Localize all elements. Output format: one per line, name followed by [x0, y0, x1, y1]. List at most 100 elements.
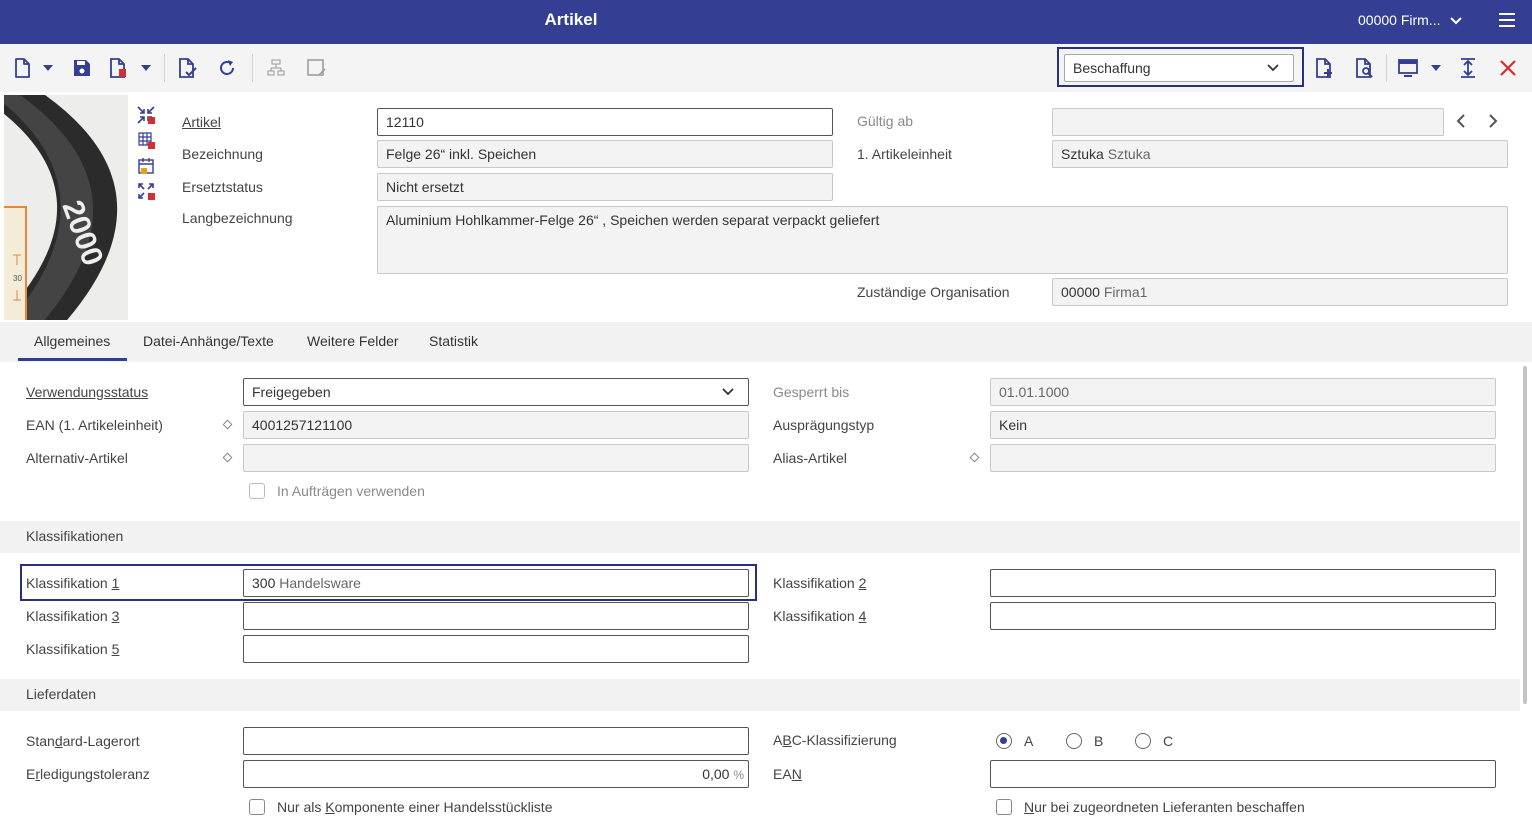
- caret-down-icon: [141, 65, 151, 71]
- view-select[interactable]: Beschaffung: [1064, 54, 1294, 82]
- article-action-1[interactable]: [137, 106, 155, 124]
- komponente-checkbox[interactable]: [249, 799, 265, 815]
- gueltig-field[interactable]: [1052, 108, 1444, 136]
- ean-label: EAN (1. Artikeleinheit): [26, 417, 163, 433]
- close-button[interactable]: [1494, 54, 1522, 82]
- add-document-icon: [1316, 58, 1332, 78]
- ean-lieferung-field[interactable]: [990, 760, 1496, 788]
- add-document-button[interactable]: [1310, 54, 1338, 82]
- artikel-value: 12110: [386, 114, 424, 130]
- caret-down-icon: [43, 65, 53, 71]
- rim-image: 2000 30: [4, 95, 128, 320]
- article-image: 2000 30: [4, 95, 128, 320]
- tab-allgemeines[interactable]: Allgemeines: [34, 333, 110, 349]
- langbezeichnung-field[interactable]: Aluminium Hohlkammer-Felge 26“ , Speiche…: [377, 206, 1508, 274]
- tab-statistik[interactable]: Statistik: [429, 333, 478, 349]
- chevron-down-icon: [1450, 17, 1463, 25]
- lieferanten-label: Nur bei zugeordneten Lieferanten beschaf…: [1024, 799, 1305, 815]
- company-label: 00000 Firm...: [1358, 12, 1441, 28]
- expand-vertical-icon: [1461, 58, 1475, 78]
- active-tab-indicator: [18, 358, 127, 361]
- auspraegungstyp-field[interactable]: Kein: [990, 411, 1496, 439]
- article-action-2[interactable]: [137, 131, 155, 149]
- lagerort-label: Standard-Lagerort: [26, 733, 140, 749]
- main-menu-button[interactable]: [1498, 12, 1516, 28]
- ean-field[interactable]: 4001257121100: [243, 411, 749, 439]
- bezeichnung-field[interactable]: Felge 26“ inkl. Speichen: [377, 140, 833, 168]
- komponente-label: Nur als Komponente einer Handelsstücklis…: [277, 799, 553, 815]
- chevron-down-icon: [722, 388, 734, 396]
- klassifikation-3-field[interactable]: [243, 602, 749, 630]
- delete-document-icon: [110, 58, 126, 78]
- prev-button[interactable]: [1456, 114, 1470, 130]
- lieferanten-checkbox[interactable]: [996, 799, 1012, 815]
- organisation-field[interactable]: 00000 Firma1: [1052, 278, 1508, 306]
- delete-button[interactable]: [104, 54, 132, 82]
- artikeleinheit-code: Sztuka: [1061, 146, 1104, 162]
- view-select-value: Beschaffung: [1073, 60, 1151, 76]
- alternativ-artikel-label: Alternativ-Artikel: [26, 450, 128, 466]
- close-icon: [1500, 60, 1516, 76]
- toolbar-separator: [252, 54, 253, 82]
- gesperrt-label: Gesperrt bis: [773, 384, 850, 400]
- article-action-4[interactable]: [137, 182, 155, 200]
- layout-button[interactable]: [1394, 54, 1422, 82]
- tab-weitere-felder[interactable]: Weitere Felder: [307, 333, 399, 349]
- toleranz-unit: %: [733, 768, 744, 782]
- delete-dropdown-button[interactable]: [136, 54, 156, 82]
- auftraege-checkbox[interactable]: [249, 483, 265, 499]
- organisation-code: 00000: [1061, 284, 1100, 300]
- compress-icon: [137, 106, 155, 124]
- ersetzt-field[interactable]: Nicht ersetzt: [377, 173, 833, 201]
- next-button[interactable]: [1488, 114, 1502, 130]
- monitor-icon: [1398, 59, 1418, 77]
- gesperrt-field[interactable]: 01.01.1000: [990, 378, 1496, 406]
- klassifikation-2-field[interactable]: [990, 569, 1496, 597]
- ruler-value: 30: [13, 274, 22, 283]
- alias-artikel-field[interactable]: [990, 444, 1496, 472]
- search-document-icon: [1356, 58, 1373, 78]
- abc-radio-a[interactable]: [996, 733, 1012, 749]
- abc-radio-c[interactable]: [1135, 733, 1151, 749]
- preview-button[interactable]: [1350, 54, 1378, 82]
- abc-option-b: B: [1094, 733, 1104, 749]
- ersetzt-label: Ersetztstatus: [182, 179, 263, 195]
- auspraegungstyp-label: Ausprägungstyp: [773, 417, 875, 433]
- article-action-3[interactable]: [137, 157, 155, 175]
- klassifikationen-section: Klassifikationen: [0, 521, 1520, 553]
- toleranz-value: 0,00: [702, 766, 730, 782]
- lagerort-field[interactable]: [243, 727, 749, 755]
- klassifikation-3-label: Klassifikation 3: [26, 608, 120, 624]
- abc-radio-b[interactable]: [1066, 733, 1082, 749]
- hierarchy-icon: [267, 59, 285, 76]
- artikel-field[interactable]: 12110: [377, 108, 833, 136]
- artikeleinheit-field[interactable]: Sztuka Sztuka: [1052, 140, 1508, 168]
- new-dropdown-button[interactable]: [38, 54, 58, 82]
- alternativ-artikel-field[interactable]: [243, 444, 749, 472]
- verwendungsstatus-select[interactable]: Freigegeben: [243, 378, 749, 406]
- scrollbar[interactable]: [1523, 366, 1527, 704]
- verwendungsstatus-value: Freigegeben: [252, 384, 331, 400]
- klassifikation-1-code: 300: [252, 575, 276, 591]
- new-button[interactable]: [8, 54, 36, 82]
- klassifikation-1-field[interactable]: 300 Handelsware: [243, 569, 749, 597]
- calendar-icon: [138, 158, 154, 174]
- refresh-button[interactable]: [213, 54, 241, 82]
- toleranz-label: Erledigungstoleranz: [26, 766, 150, 782]
- tab-datei-anhaenge[interactable]: Datei-Anhänge/Texte: [143, 333, 274, 349]
- abc-option-c: C: [1163, 733, 1174, 749]
- klassifikation-5-field[interactable]: [243, 635, 749, 663]
- klassifikationen-title: Klassifikationen: [26, 528, 124, 544]
- expand-button[interactable]: [1454, 54, 1482, 82]
- validate-button[interactable]: [173, 54, 201, 82]
- structure-button: [262, 54, 290, 82]
- toolbar-separator: [1386, 54, 1387, 82]
- ean-lieferung-label: EAN: [773, 766, 802, 782]
- klassifikation-4-field[interactable]: [990, 602, 1496, 630]
- company-selector[interactable]: 00000 Firm...: [1358, 0, 1463, 40]
- toleranz-field[interactable]: 0,00 %: [243, 760, 749, 788]
- save-button[interactable]: [68, 54, 96, 82]
- diamond-icon: [969, 452, 980, 463]
- ersetzt-value: Nicht ersetzt: [386, 179, 464, 195]
- layout-dropdown-button[interactable]: [1426, 54, 1446, 82]
